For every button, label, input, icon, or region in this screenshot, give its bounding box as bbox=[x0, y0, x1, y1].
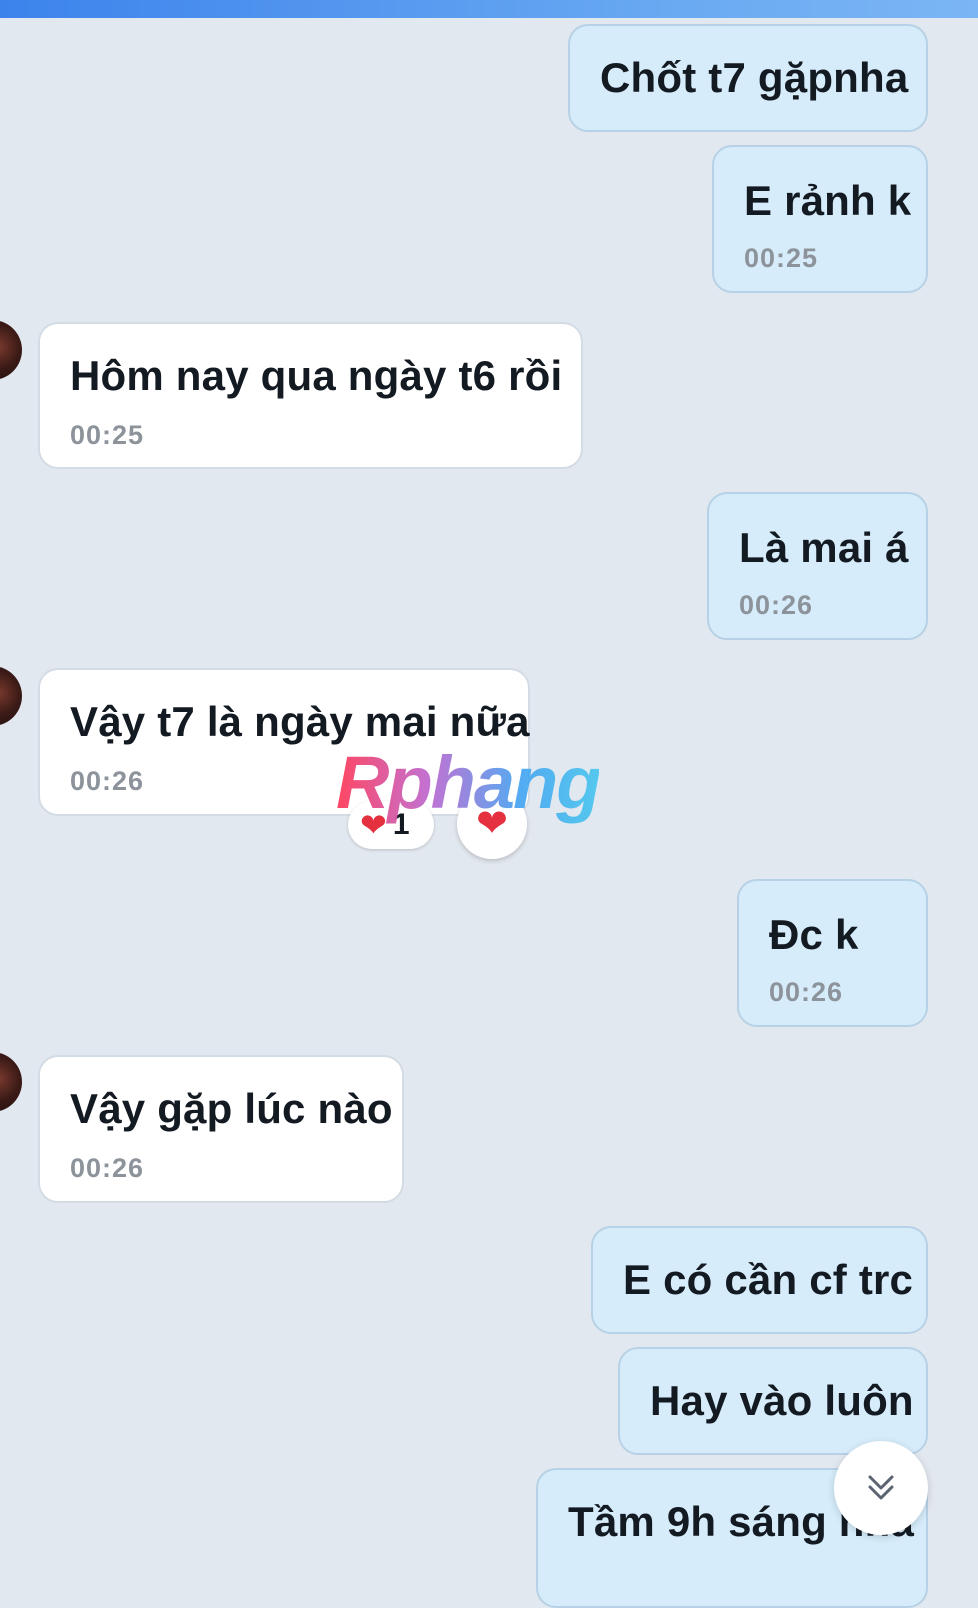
avatar[interactable] bbox=[0, 1052, 22, 1112]
message-text: E có cần cf trc bbox=[623, 1256, 914, 1303]
avatar[interactable] bbox=[0, 320, 22, 380]
message-text: Hay vào luôn bbox=[650, 1377, 914, 1424]
message-bubble-sent[interactable]: Đc k 00:26 bbox=[737, 879, 928, 1027]
message-text: Vậy gặp lúc nào bbox=[70, 1085, 393, 1132]
message-bubble-sent[interactable]: Hay vào luôn bbox=[618, 1347, 928, 1455]
message-bubble-sent[interactable]: E rảnh k 00:25 bbox=[712, 145, 928, 293]
message-text: E rảnh k bbox=[744, 177, 912, 224]
message-bubble-received[interactable]: Hôm nay qua ngày t6 rồi 00:25 bbox=[38, 322, 583, 469]
watermark-logo: Rphang bbox=[336, 741, 601, 824]
message-text: Chốt t7 gặpnha bbox=[600, 54, 909, 101]
message-text: Là mai á bbox=[739, 524, 909, 571]
message-time: 00:25 bbox=[70, 420, 145, 450]
message-text: Đc k bbox=[769, 911, 859, 958]
message-time: 00:26 bbox=[70, 766, 145, 796]
message-bubble-received[interactable]: Vậy gặp lúc nào 00:26 bbox=[38, 1055, 404, 1203]
message-text: Hôm nay qua ngày t6 rồi bbox=[70, 352, 563, 399]
message-time: 00:26 bbox=[70, 1153, 145, 1183]
message-time: 00:26 bbox=[739, 590, 814, 620]
top-bar bbox=[0, 0, 978, 18]
scroll-to-bottom-button[interactable] bbox=[834, 1441, 928, 1535]
message-time: 00:26 bbox=[769, 977, 844, 1007]
message-text: Vậy t7 là ngày mai nữa bbox=[70, 698, 530, 745]
message-bubble-sent[interactable]: Chốt t7 gặpnha bbox=[568, 24, 928, 132]
message-bubble-sent[interactable]: E có cần cf trc bbox=[591, 1226, 928, 1334]
avatar[interactable] bbox=[0, 666, 22, 726]
message-bubble-sent[interactable]: Là mai á 00:26 bbox=[707, 492, 928, 640]
double-chevron-down-icon bbox=[868, 1475, 894, 1500]
message-time: 00:25 bbox=[744, 243, 819, 273]
